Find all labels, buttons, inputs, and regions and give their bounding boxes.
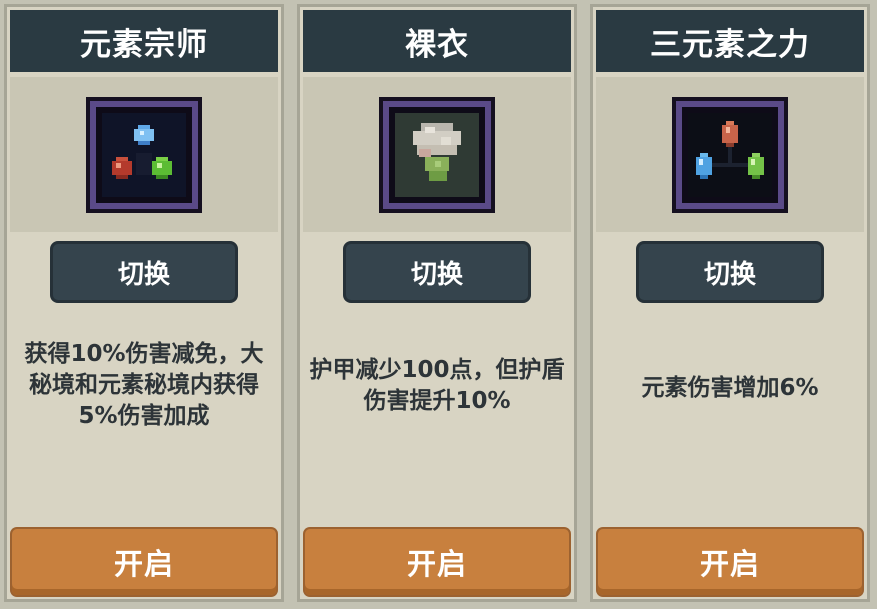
switch-button[interactable]: 切换 — [53, 244, 235, 300]
card-title: 三元素之力 — [596, 10, 864, 72]
open-button[interactable]: 开启 — [305, 529, 569, 595]
switch-button[interactable]: 切换 — [639, 244, 821, 300]
icon-area — [303, 77, 571, 232]
card-description: 元素伤害增加6% — [597, 373, 863, 493]
icon-area — [10, 77, 278, 232]
card-title: 元素宗师 — [10, 10, 278, 72]
card-description: 获得10%伤害减免，大秘境和元素秘境内获得5%伤害加成 — [11, 339, 277, 459]
bare-clothes-icon — [383, 100, 491, 209]
three-elements-icon — [676, 100, 784, 209]
element-master-icon — [90, 100, 198, 209]
talent-card-element-master: 元素宗师 切换 获得10%伤害减免，大秘境和元素秘境内获得5%伤害加成 开启 — [4, 4, 284, 602]
talent-card-bare-clothes: 裸衣 切换 护甲减少100点，但护盾伤害提升10% 开启 — [297, 4, 577, 602]
description-text: 获得10%伤害减免，大秘境和元素秘境内获得5%伤害加成 — [24, 341, 264, 429]
icon-area — [596, 77, 864, 232]
description-text: 元素伤害增加6% — [641, 375, 819, 401]
open-button[interactable]: 开启 — [12, 529, 276, 595]
card-description: 护甲减少100点，但护盾伤害提升10% — [304, 355, 570, 475]
description-text: 护甲减少100点，但护盾伤害提升10% — [309, 357, 565, 414]
talent-card-three-elements: 三元素之力 切换 元素伤害增加6% 开启 — [590, 4, 870, 602]
card-title: 裸衣 — [303, 10, 571, 72]
switch-button[interactable]: 切换 — [346, 244, 528, 300]
open-button[interactable]: 开启 — [598, 529, 862, 595]
